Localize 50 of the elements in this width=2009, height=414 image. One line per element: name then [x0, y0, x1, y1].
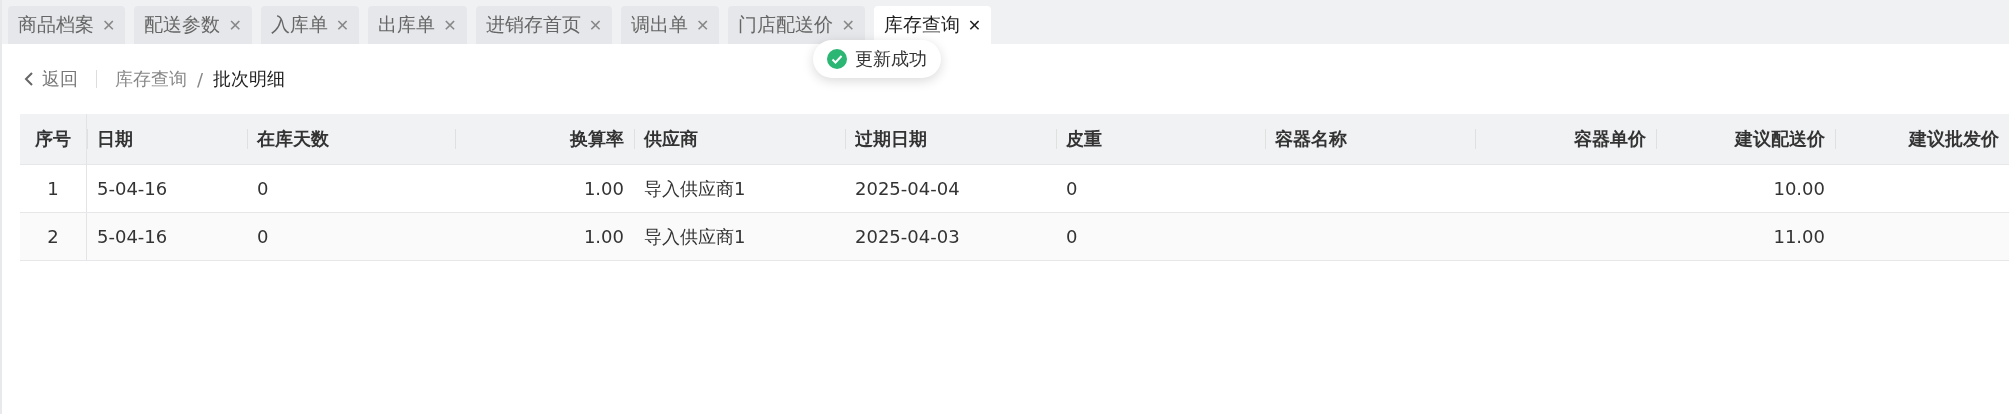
- table-cell-text: 2025-04-04: [854, 177, 961, 201]
- table-cell-text: 导入供应商1: [643, 176, 747, 201]
- column-header: 日期: [87, 114, 247, 164]
- back-link[interactable]: 返回: [24, 67, 78, 91]
- tab[interactable]: 配送参数 ✕: [134, 6, 252, 44]
- table-cell-text: 11.00: [1772, 225, 1826, 249]
- breadcrumb-item: 批次明细: [213, 67, 286, 91]
- toast-message: 更新成功: [855, 47, 927, 71]
- tab[interactable]: 调出单 ✕: [621, 6, 720, 44]
- close-icon[interactable]: ✕: [335, 15, 350, 35]
- tab[interactable]: 进销存首页 ✕: [475, 6, 613, 44]
- close-icon[interactable]: ✕: [102, 15, 116, 35]
- column-header: 序号: [20, 114, 87, 164]
- column-header: 过期日期: [845, 114, 1056, 164]
- table-cell-text: 10.00: [1772, 177, 1826, 201]
- breadcrumb-separator: /: [197, 68, 204, 90]
- table-cell-text: 2025-04-03: [854, 225, 961, 249]
- close-icon[interactable]: ✕: [588, 15, 603, 35]
- column-header: 容器单价: [1475, 114, 1656, 164]
- chevron-left-icon: [24, 71, 34, 87]
- close-icon[interactable]: ✕: [841, 15, 855, 35]
- column-header: 皮重: [1056, 114, 1265, 164]
- tab[interactable]: 入库单 ✕: [260, 6, 360, 44]
- table-cell-text: 1.00: [582, 177, 625, 201]
- table-cell-text: 5-04-16: [96, 225, 169, 249]
- table-cell-text: 0: [1065, 225, 1079, 249]
- column-header: 供应商: [634, 114, 845, 164]
- table-cell-text: 5-04-16: [96, 177, 169, 201]
- tab[interactable]: 商品档案 ✕: [8, 6, 126, 44]
- column-header: 在库天数: [247, 114, 455, 164]
- table-cell-text: 0: [1065, 177, 1079, 201]
- tab[interactable]: 出库单 ✕: [368, 6, 467, 44]
- close-icon[interactable]: ✕: [443, 15, 457, 35]
- tab[interactable]: 库存查询 ✕: [873, 6, 992, 44]
- close-icon[interactable]: ✕: [228, 15, 242, 35]
- tab[interactable]: 门店配送价 ✕: [728, 6, 865, 44]
- column-header: 建议配送价: [1656, 114, 1835, 164]
- close-icon[interactable]: ✕: [967, 15, 982, 35]
- breadcrumb-item[interactable]: 库存查询: [115, 67, 187, 91]
- table-cell-text: 0: [256, 177, 270, 201]
- column-header: 容器名称: [1265, 114, 1475, 164]
- table-cell-text: 导入供应商1: [643, 224, 747, 249]
- check-circle-icon: [827, 49, 847, 69]
- table-cell-text: 1.00: [582, 225, 625, 249]
- close-icon[interactable]: ✕: [696, 15, 710, 35]
- table-cell-text: 0: [256, 225, 270, 249]
- table-cell: 2: [20, 213, 87, 260]
- column-header: 建议批发价: [1835, 114, 2009, 164]
- table-cell: 1: [20, 165, 87, 212]
- column-header: 换算率: [455, 114, 634, 164]
